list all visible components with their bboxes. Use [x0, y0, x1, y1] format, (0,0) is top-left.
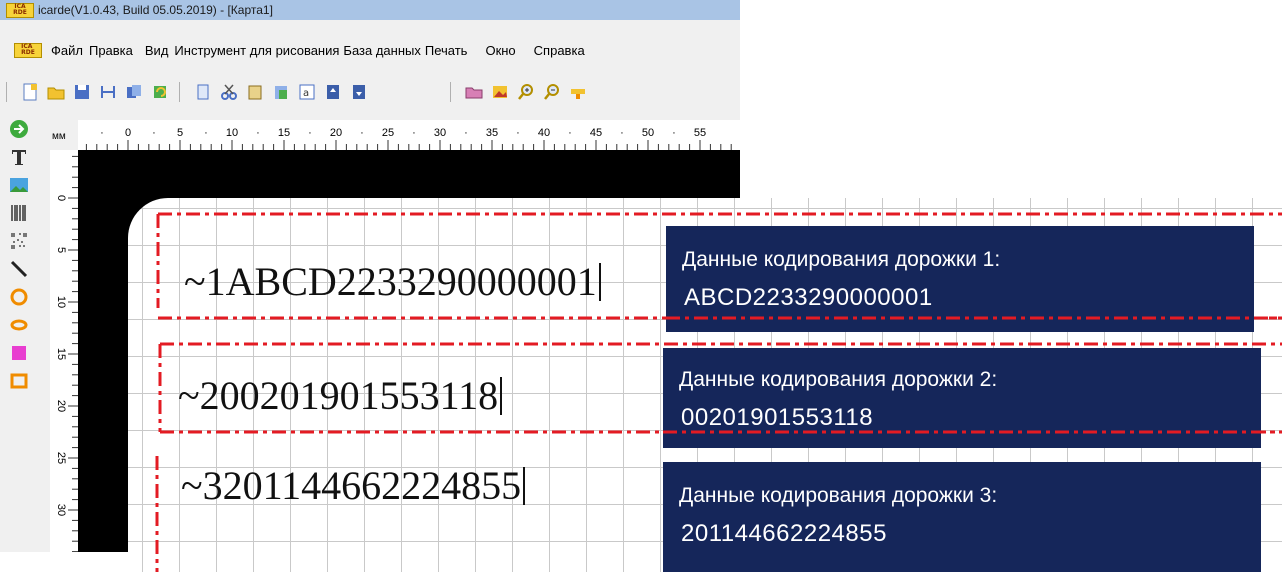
track-boundaries-overlay: [663, 316, 1282, 434]
